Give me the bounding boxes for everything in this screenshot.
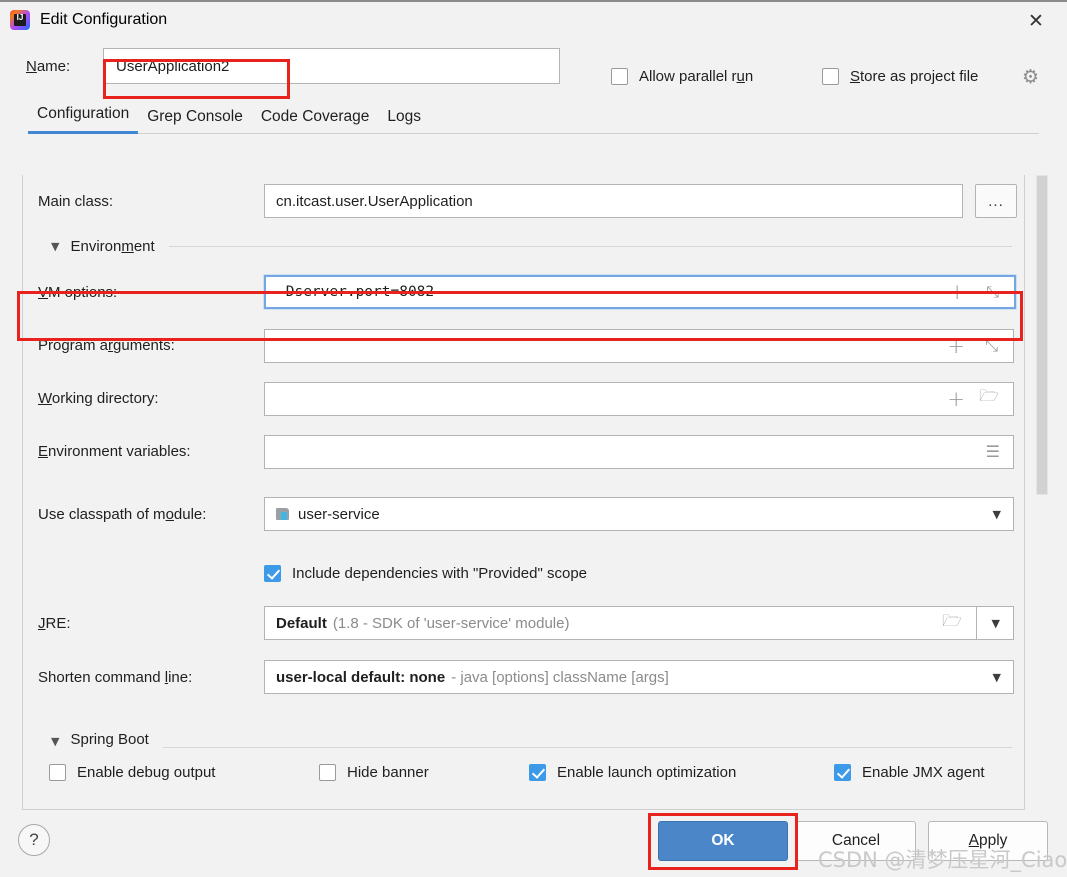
enable-launch-optimization-label: Enable launch optimization <box>557 763 737 781</box>
name-label: Name: <box>26 57 71 75</box>
vm-options-label: VM options: <box>38 283 118 301</box>
shorten-command-line-row: Shorten command line: user-local default… <box>23 650 1024 704</box>
name-input-value: UserApplication2 <box>116 57 230 75</box>
shorten-command-line-label: Shorten command line: <box>38 668 193 686</box>
use-classpath-of-module-row: Use classpath of module: user-service ▼ <box>23 478 1024 550</box>
chevron-down-icon[interactable]: ▼ <box>993 508 1001 521</box>
gear-icon[interactable]: ⚙ <box>1022 68 1043 89</box>
csdn-watermark: CSDN @清梦压星河_Ciao <box>818 848 1067 872</box>
shorten-command-line-dropdown[interactable]: user-local default: none - java [options… <box>264 660 1014 694</box>
plus-icon[interactable]: + <box>947 334 965 358</box>
chevron-down-icon: ▼ <box>51 239 60 253</box>
shorten-command-line-detail: - java [options] className [args] <box>451 668 669 686</box>
checkbox-box <box>822 68 839 85</box>
environment-section-title: Environment <box>70 237 155 255</box>
name-row: Name: UserApplication2 <box>0 38 1067 94</box>
vertical-scrollbar[interactable] <box>1035 175 1049 810</box>
configuration-panel: Main class: cn.itcast.user.UserApplicati… <box>22 175 1025 810</box>
spring-boot-checkbox-row: Enable debug output Hide banner Enable l… <box>23 752 1024 792</box>
checkbox-box <box>611 68 628 85</box>
main-class-row: Main class: cn.itcast.user.UserApplicati… <box>23 175 1024 227</box>
main-class-value: cn.itcast.user.UserApplication <box>276 192 473 210</box>
vm-options-input[interactable]: -Dserver.port=8082 + ⤡ <box>263 274 1017 310</box>
program-arguments-row: Program arguments: + ⤡ <box>23 319 1024 372</box>
environment-section-header[interactable]: ▼ Environment <box>23 227 1024 265</box>
window-title: Edit Configuration <box>40 11 168 28</box>
plus-icon[interactable]: + <box>948 280 966 304</box>
use-classpath-dropdown[interactable]: user-service ▼ <box>264 497 1014 531</box>
enable-jmx-agent-label: Enable JMX agent <box>862 763 985 781</box>
help-button[interactable]: ? <box>18 824 50 856</box>
environment-variables-label: Environment variables: <box>38 443 191 460</box>
plus-icon[interactable]: + <box>947 387 965 411</box>
allow-parallel-run-label: Allow parallel run <box>639 68 754 85</box>
list-icon[interactable]: ☰ <box>986 442 1000 461</box>
include-provided-scope-checkbox[interactable]: Include dependencies with "Provided" sco… <box>23 550 1024 596</box>
enable-debug-output-checkbox[interactable]: Enable debug output <box>49 763 319 781</box>
checkbox-box <box>319 763 336 781</box>
use-classpath-label: Use classpath of module: <box>38 505 207 523</box>
program-arguments-input[interactable]: + ⤡ <box>264 328 1014 363</box>
name-input[interactable]: UserApplication2 <box>103 48 560 84</box>
tab-code-coverage[interactable]: Code Coverage <box>252 108 379 134</box>
spring-boot-section-header[interactable]: ▼ Spring Boot <box>23 704 1024 752</box>
vm-options-value: -Dserver.port=8082 <box>277 284 435 300</box>
vm-options-row: VM options: -Dserver.port=8082 + ⤡ <box>23 265 1024 319</box>
chevron-down-icon: ▼ <box>51 735 60 748</box>
chevron-down-icon[interactable]: ▼ <box>993 671 1001 684</box>
include-provided-scope-label: Include dependencies with "Provided" sco… <box>292 564 588 582</box>
checkbox-box <box>834 763 851 781</box>
environment-variables-input[interactable]: ☰ <box>264 434 1014 469</box>
program-arguments-label: Program arguments: <box>38 337 175 354</box>
scrollbar-thumb[interactable] <box>1036 175 1048 495</box>
title-bar: Edit Configuration ✕ <box>0 0 1067 38</box>
expand-icon[interactable]: ⤡ <box>985 336 998 356</box>
ok-button[interactable]: OK <box>658 821 788 861</box>
intellij-idea-icon <box>10 10 30 30</box>
jre-value-detail: (1.8 - SDK of 'user-service' module) <box>332 614 570 632</box>
folder-icon[interactable]: 🗁 <box>942 610 962 637</box>
checkbox-box <box>264 564 281 582</box>
working-directory-label: Working directory: <box>38 390 159 407</box>
tab-grep-console[interactable]: Grep Console <box>138 108 252 134</box>
folder-icon[interactable]: 🗁 <box>979 385 999 412</box>
main-class-input[interactable]: cn.itcast.user.UserApplication <box>264 184 963 218</box>
main-class-label: Main class: <box>38 192 114 210</box>
store-as-project-file-label: Store as project file <box>850 68 979 85</box>
working-directory-row: Working directory: + 🗁 <box>23 372 1024 425</box>
module-icon <box>276 507 291 521</box>
checkbox-box <box>529 763 546 781</box>
tab-bar: Configuration Grep Console Code Coverage… <box>0 94 1067 134</box>
environment-variables-row: Environment variables: ☰ <box>23 425 1024 478</box>
section-divider <box>168 245 1012 247</box>
enable-jmx-agent-checkbox[interactable]: Enable JMX agent <box>834 763 985 781</box>
allow-parallel-run-checkbox[interactable]: Allow parallel run <box>611 68 753 85</box>
jre-row: JRE: Default (1.8 - SDK of 'user-service… <box>23 596 1024 650</box>
enable-debug-output-label: Enable debug output <box>77 763 216 781</box>
expand-icon[interactable]: ⤡ <box>986 282 999 302</box>
use-classpath-value: user-service <box>298 505 380 523</box>
jre-dropdown[interactable]: Default (1.8 - SDK of 'user-service' mod… <box>264 606 977 640</box>
main-class-browse-button[interactable]: ... <box>975 184 1017 218</box>
tab-configuration[interactable]: Configuration <box>28 105 139 134</box>
checkbox-box <box>49 763 66 781</box>
shorten-command-line-value: user-local default: none <box>276 668 446 686</box>
chevron-down-icon: ▼ <box>991 616 1000 630</box>
hide-banner-label: Hide banner <box>347 763 429 781</box>
working-directory-input[interactable]: + 🗁 <box>264 381 1014 416</box>
store-as-project-file-checkbox[interactable]: Store as project file <box>822 68 978 85</box>
close-icon[interactable]: ✕ <box>1005 2 1067 40</box>
jre-dropdown-arrow[interactable]: ▼ <box>977 606 1014 640</box>
jre-value: Default <box>276 614 327 632</box>
hide-banner-checkbox[interactable]: Hide banner <box>319 763 529 781</box>
jre-label: JRE: <box>38 614 71 632</box>
section-divider <box>162 747 1012 748</box>
enable-launch-optimization-checkbox[interactable]: Enable launch optimization <box>529 763 834 781</box>
spring-boot-section-title: Spring Boot <box>70 731 149 748</box>
tab-logs[interactable]: Logs <box>378 108 430 134</box>
